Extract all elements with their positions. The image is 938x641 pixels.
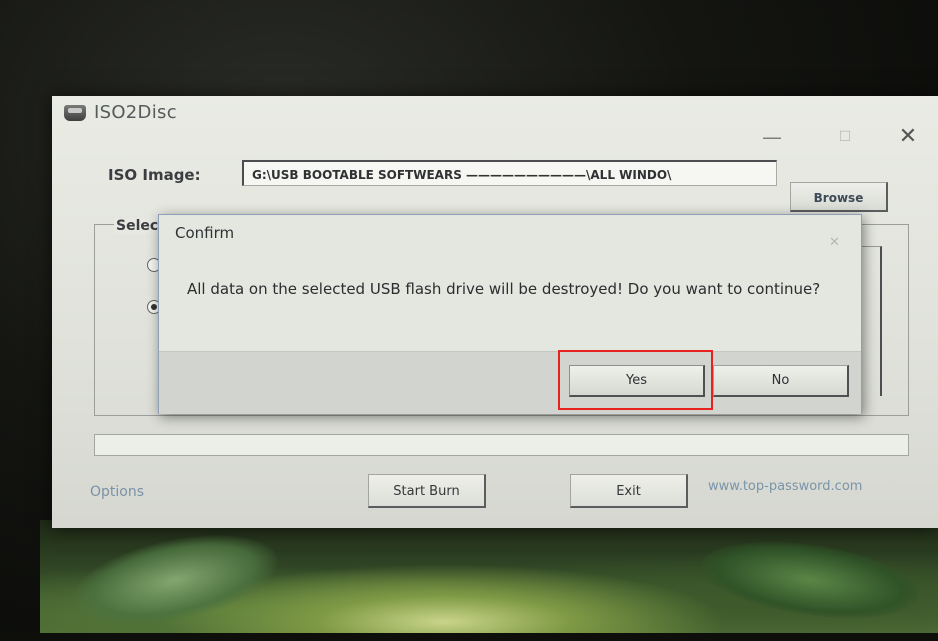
select-group-label: Selec bbox=[114, 218, 161, 234]
minimize-button[interactable]: — bbox=[752, 126, 792, 148]
maximize-button[interactable]: ☐ bbox=[825, 126, 865, 148]
yes-button-highlight bbox=[558, 350, 713, 410]
iso-image-label: ISO Image: bbox=[108, 166, 201, 184]
website-link[interactable]: www.top-password.com bbox=[708, 479, 862, 494]
progress-bar bbox=[94, 434, 909, 456]
iso-path-field[interactable]: G:\USB BOOTABLE SOFTWEARS ——————————\ALL… bbox=[242, 160, 777, 186]
close-button[interactable]: ✕ bbox=[888, 126, 928, 148]
no-button[interactable]: No bbox=[713, 365, 849, 397]
start-burn-button[interactable]: Start Burn bbox=[368, 474, 486, 508]
dialog-close-icon[interactable]: ✕ bbox=[829, 235, 840, 250]
options-link[interactable]: Options bbox=[90, 484, 144, 500]
app-title: ISO2Disc bbox=[94, 102, 177, 123]
titlebar: ISO2Disc bbox=[52, 96, 938, 130]
browse-button[interactable]: Browse bbox=[790, 182, 888, 212]
dialog-title: Confirm bbox=[175, 224, 235, 242]
exit-button[interactable]: Exit bbox=[570, 474, 688, 508]
confirm-dialog: Confirm ✕ All data on the selected USB f… bbox=[158, 214, 862, 414]
drive-icon bbox=[64, 105, 86, 121]
dialog-message: All data on the selected USB flash drive… bbox=[187, 280, 821, 298]
